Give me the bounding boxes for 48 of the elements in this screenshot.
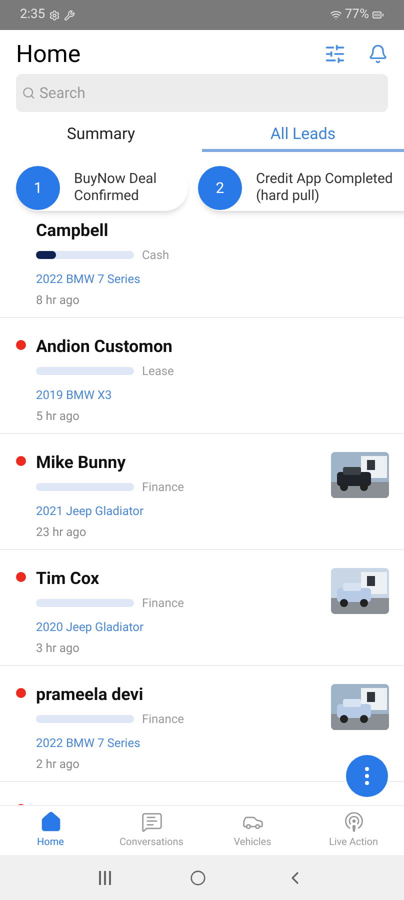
deal-type: Lease — [142, 363, 174, 380]
lead-time: 23 hr ago — [36, 524, 88, 541]
step-label: BuyNow Deal Confirmed — [74, 171, 158, 205]
search-field[interactable]: Search — [39, 82, 382, 104]
lead-time: 8 hr ago — [36, 292, 80, 309]
wrench-icon — [64, 10, 76, 20]
deal-type: Finance — [142, 595, 184, 612]
page-title: Home — [16, 39, 81, 70]
nav-tab[interactable]: Conversations — [101, 806, 202, 855]
step-number: 2 — [198, 166, 242, 210]
deal-type: Finance — [142, 479, 184, 496]
lead-name[interactable]: Andion Customon — [36, 336, 389, 358]
vehicle-link[interactable]: 2021 Jeep Gladiator — [36, 502, 144, 520]
vehicle-link[interactable]: 2019 BMW X3 — [36, 386, 112, 404]
recents-icon[interactable] — [99, 870, 112, 884]
tab[interactable]: All Leads — [202, 118, 404, 152]
lead-time: 3 hr ago — [36, 640, 80, 657]
lead-name[interactable]: prameela devi — [36, 684, 331, 706]
lead-time: 5 hr ago — [36, 408, 80, 425]
vehicle-link[interactable]: 2020 Jeep Gladiator — [36, 618, 144, 636]
status-time: 2:35 — [20, 6, 46, 24]
tab[interactable]: Summary — [0, 118, 202, 152]
search-icon — [22, 86, 36, 100]
nav-tab[interactable]: Vehicles — [202, 806, 303, 855]
battery-icon — [372, 9, 384, 21]
more-icon — [365, 767, 369, 785]
step-label: Credit App Completed (hard pull) — [256, 171, 394, 205]
deal-type: Finance — [142, 711, 184, 728]
filter-icon[interactable] — [324, 43, 346, 65]
lead-name[interactable]: Tim Cox — [36, 568, 331, 590]
home-icon — [40, 811, 62, 833]
lead-time: 2 hr ago — [36, 756, 80, 773]
gear-icon — [49, 10, 60, 20]
vehicle-link[interactable]: 2022 BMW 7 Series — [36, 734, 140, 752]
vehicle-link[interactable]: 2022 BMW 7 Series — [36, 270, 140, 288]
battery-percent: 77% — [344, 6, 369, 24]
step-number: 1 — [16, 166, 60, 210]
broadcast-icon — [342, 811, 364, 833]
chat-bubble-icon — [140, 811, 162, 833]
deal-type: Cash — [142, 247, 170, 264]
nav-tab[interactable]: Live Action — [303, 806, 404, 855]
lead-name[interactable]: Mike Bunny — [36, 452, 331, 474]
home-circle-icon[interactable] — [190, 870, 206, 886]
bell-icon[interactable] — [368, 44, 388, 64]
lead-name[interactable]: Campbell — [36, 220, 389, 242]
search-bar[interactable]: Search — [16, 74, 388, 112]
nav-tab[interactable]: Home — [0, 806, 101, 855]
more-button[interactable] — [346, 755, 388, 797]
